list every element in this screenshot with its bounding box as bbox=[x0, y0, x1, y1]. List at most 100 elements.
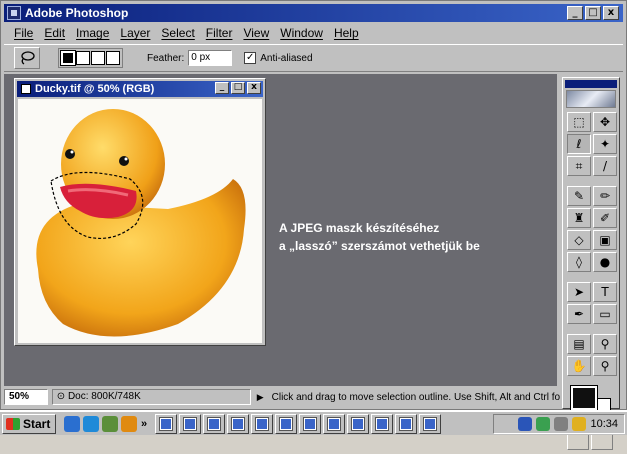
intersect-selection-icon[interactable] bbox=[106, 51, 120, 65]
blur-tool-icon[interactable]: ◊ bbox=[567, 252, 591, 272]
browser-icon[interactable] bbox=[83, 415, 99, 432]
type-tool-icon[interactable]: T bbox=[593, 282, 617, 302]
slice-tool-icon[interactable]: / bbox=[593, 156, 617, 176]
tray-icon[interactable] bbox=[554, 417, 569, 431]
menu-select[interactable]: Select bbox=[161, 26, 194, 40]
task-button[interactable] bbox=[419, 413, 442, 434]
caption-line-2: a „lasszó” szerszámot vethetjük be bbox=[279, 239, 480, 253]
task-button[interactable] bbox=[251, 413, 274, 434]
caption-line-1: A JPEG maszk készítéséhez bbox=[279, 221, 440, 235]
menu-edit[interactable]: Edit bbox=[44, 26, 65, 40]
hand-tool-icon[interactable]: ✋ bbox=[567, 356, 591, 376]
task-button[interactable] bbox=[323, 413, 346, 434]
start-button[interactable]: Start bbox=[2, 413, 56, 434]
tray-icon[interactable] bbox=[536, 417, 551, 431]
foreground-color-swatch[interactable] bbox=[570, 385, 598, 411]
desktop-icon[interactable] bbox=[64, 415, 80, 432]
app-title: Adobe Photoshop bbox=[25, 6, 129, 20]
document-title-bar[interactable]: Ducky.tif @ 50% (RGB) _ □ x bbox=[17, 81, 263, 97]
feather-label: Feather: bbox=[147, 52, 185, 64]
doc-maximize-button[interactable]: □ bbox=[231, 82, 245, 94]
document-size[interactable]: ⊙ Doc: 800K/748K bbox=[51, 389, 251, 405]
task-button[interactable] bbox=[203, 413, 226, 434]
history-brush-tool-icon[interactable]: ✐ bbox=[593, 208, 617, 228]
zoom-tool-icon[interactable]: ⚲ bbox=[593, 356, 617, 376]
photoshop-window: Adobe Photoshop _ □ x File Edit Image La… bbox=[0, 0, 627, 450]
tool-preset-lasso-icon[interactable] bbox=[14, 47, 40, 69]
doc-minimize-button[interactable]: _ bbox=[215, 82, 229, 94]
task-button[interactable] bbox=[371, 413, 394, 434]
quick-launch-more-icon[interactable]: » bbox=[141, 418, 147, 430]
eraser-tool-icon[interactable]: ◇ bbox=[567, 230, 591, 250]
document-window: Ducky.tif @ 50% (RGB) _ □ x bbox=[14, 78, 266, 346]
rubber-duck-image bbox=[36, 109, 246, 337]
selection-mode-group bbox=[58, 48, 123, 68]
tray-icon[interactable] bbox=[518, 417, 533, 431]
system-tray: 10:34 bbox=[493, 414, 625, 434]
marquee-tool-icon[interactable]: ⬚ bbox=[567, 112, 591, 132]
document-icon bbox=[21, 84, 31, 94]
status-bar: 50% ⊙ Doc: 800K/748K ▶ Click and drag to… bbox=[4, 388, 560, 406]
status-hint: Click and drag to move selection outline… bbox=[271, 391, 560, 403]
toolbox-title-bar[interactable] bbox=[565, 80, 617, 88]
menu-file[interactable]: File bbox=[14, 26, 33, 40]
pen-tool-icon[interactable]: ✒ bbox=[567, 304, 591, 324]
outlook-icon[interactable] bbox=[102, 415, 118, 432]
document-size-text: Doc: 800K/748K bbox=[67, 391, 141, 402]
volume-icon[interactable] bbox=[572, 417, 587, 431]
magic-wand-tool-icon[interactable]: ✦ bbox=[593, 134, 617, 154]
pencil-tool-icon[interactable]: ✏ bbox=[593, 186, 617, 206]
task-button[interactable] bbox=[299, 413, 322, 434]
gradient-tool-icon[interactable]: ▣ bbox=[593, 230, 617, 250]
task-button[interactable] bbox=[395, 413, 418, 434]
options-bar: Feather: 0 px ✓ Anti-aliased bbox=[4, 44, 623, 72]
add-to-selection-icon[interactable] bbox=[76, 51, 90, 65]
menu-view[interactable]: View bbox=[243, 26, 269, 40]
task-button[interactable] bbox=[155, 413, 178, 434]
clock: 10:34 bbox=[590, 418, 618, 430]
maximize-button[interactable]: □ bbox=[585, 6, 601, 20]
task-button[interactable] bbox=[227, 413, 250, 434]
doc-close-button[interactable]: x bbox=[247, 82, 261, 94]
adobe-logo[interactable] bbox=[566, 90, 616, 108]
shape-tool-icon[interactable]: ▭ bbox=[593, 304, 617, 324]
minimize-button[interactable]: _ bbox=[567, 6, 583, 20]
status-menu-arrow-icon[interactable]: ▶ bbox=[257, 392, 264, 403]
menu-filter[interactable]: Filter bbox=[206, 26, 233, 40]
menu-help[interactable]: Help bbox=[334, 26, 359, 40]
task-button[interactable] bbox=[179, 413, 202, 434]
feather-input[interactable]: 0 px bbox=[188, 50, 233, 66]
quick-mask-mode-icon[interactable] bbox=[591, 434, 613, 450]
anti-aliased-checkbox[interactable]: ✓ bbox=[244, 52, 257, 64]
task-buttons bbox=[155, 413, 442, 434]
doc-info-icon: ⊙ bbox=[56, 391, 68, 402]
dodge-tool-icon[interactable]: ● bbox=[593, 252, 617, 272]
taskbar: Start » 10:34 bbox=[0, 410, 627, 435]
clone-stamp-tool-icon[interactable]: ♜ bbox=[567, 208, 591, 228]
image-canvas[interactable] bbox=[18, 99, 262, 343]
zoom-level-field[interactable]: 50% bbox=[4, 389, 48, 405]
move-tool-icon[interactable]: ✥ bbox=[593, 112, 617, 132]
eyedropper-tool-icon[interactable]: ⚲ bbox=[593, 334, 617, 354]
notes-tool-icon[interactable]: ▤ bbox=[567, 334, 591, 354]
close-button[interactable]: x bbox=[603, 6, 619, 20]
menu-layer[interactable]: Layer bbox=[120, 26, 150, 40]
path-select-tool-icon[interactable]: ➤ bbox=[567, 282, 591, 302]
task-button[interactable] bbox=[275, 413, 298, 434]
anti-aliased-label: Anti-aliased bbox=[260, 52, 313, 64]
brush-tool-icon[interactable]: ✎ bbox=[567, 186, 591, 206]
caption: A JPEG maszk készítéséhez a „lasszó” sze… bbox=[279, 219, 480, 255]
crop-tool-icon[interactable]: ⌗ bbox=[567, 156, 591, 176]
task-button[interactable] bbox=[347, 413, 370, 434]
media-icon[interactable] bbox=[121, 415, 137, 432]
lasso-tool-icon[interactable]: ℓ bbox=[567, 134, 591, 154]
subtract-from-selection-icon[interactable] bbox=[91, 51, 105, 65]
menu-image[interactable]: Image bbox=[76, 26, 109, 40]
photoshop-app-icon bbox=[7, 6, 21, 20]
start-label: Start bbox=[23, 416, 51, 431]
standard-mode-icon[interactable] bbox=[567, 434, 589, 450]
menu-window[interactable]: Window bbox=[280, 26, 323, 40]
windows-logo-icon bbox=[6, 417, 20, 430]
document-title: Ducky.tif @ 50% (RGB) bbox=[35, 83, 155, 95]
new-selection-icon[interactable] bbox=[60, 50, 76, 66]
